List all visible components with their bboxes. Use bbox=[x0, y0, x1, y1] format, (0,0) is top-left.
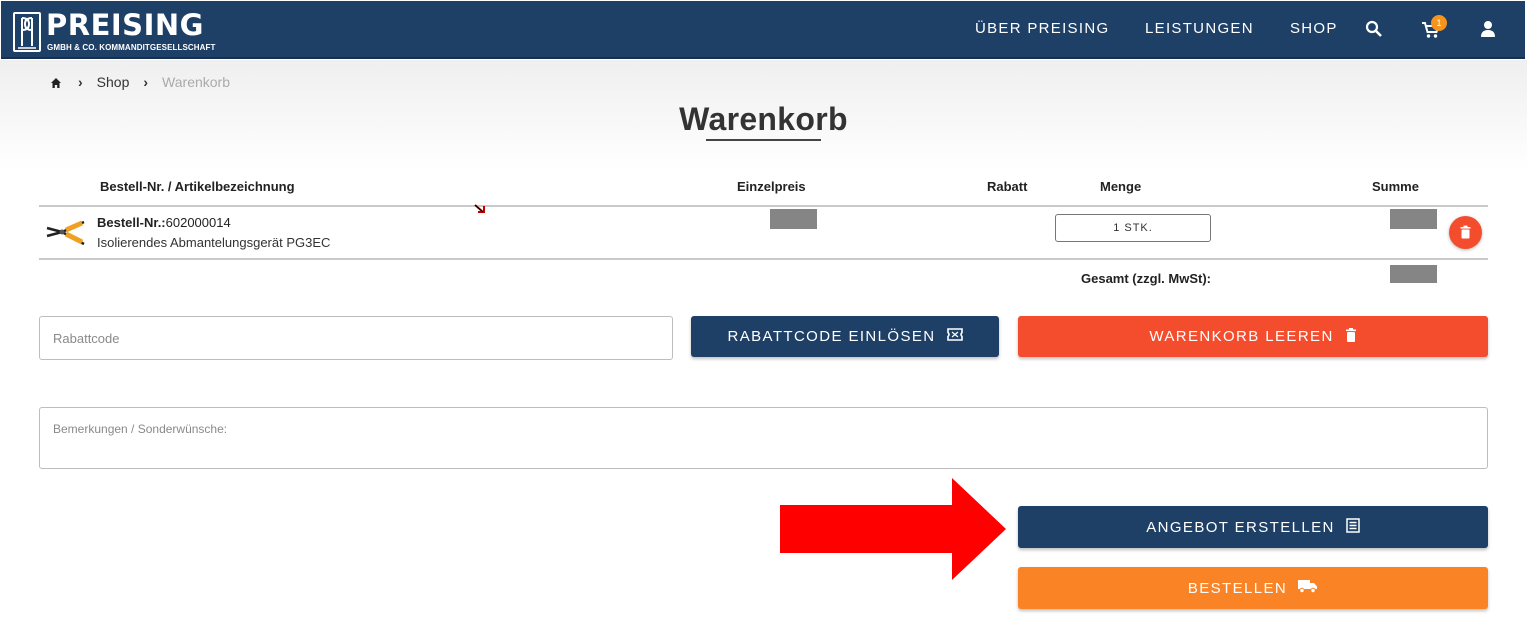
divider bbox=[39, 205, 1488, 207]
nav-shop[interactable]: SHOP bbox=[1290, 20, 1338, 37]
create-offer-button[interactable]: ANGEBOT ERSTELLEN bbox=[1018, 506, 1488, 548]
trash-icon bbox=[1345, 327, 1357, 346]
nav-leistungen[interactable]: LEISTUNGEN bbox=[1145, 20, 1254, 37]
remarks-textarea[interactable]: Bemerkungen / Sonderwünsche: bbox=[39, 407, 1488, 469]
total-label: Gesamt (zzgl. MwSt): bbox=[1081, 271, 1212, 286]
coupon-placeholder: Rabattcode bbox=[53, 331, 120, 346]
product-name[interactable]: Isolierendes Abmantelungsgerät PG3EC bbox=[97, 235, 330, 250]
breadcrumb-shop[interactable]: Shop bbox=[97, 74, 130, 90]
create-offer-label: ANGEBOT ERSTELLEN bbox=[1146, 518, 1335, 536]
col-header-sum: Summe bbox=[1372, 179, 1419, 194]
col-header-article: Bestell-Nr. / Artikelbezeichnung bbox=[100, 179, 295, 194]
col-header-quantity: Menge bbox=[1100, 179, 1142, 194]
divider bbox=[39, 258, 1488, 260]
sum-redacted bbox=[1390, 209, 1437, 229]
remarks-placeholder: Bemerkungen / Sonderwünsche: bbox=[53, 422, 228, 436]
search-icon[interactable] bbox=[1365, 20, 1385, 40]
chevron-right-icon: › bbox=[78, 74, 83, 90]
col-header-unit-price: Einzelpreis bbox=[737, 179, 806, 194]
user-icon[interactable] bbox=[1479, 20, 1499, 40]
total-redacted bbox=[1390, 265, 1437, 283]
redeem-coupon-button[interactable]: RABATTCODE EINLÖSEN bbox=[691, 316, 999, 357]
cart-count-badge: 1 bbox=[1431, 15, 1447, 31]
clear-cart-button[interactable]: WARENKORB LEEREN bbox=[1018, 316, 1488, 357]
logo-mark-icon bbox=[13, 12, 41, 52]
order-number-label: Bestell-Nr.: bbox=[97, 215, 166, 230]
annotation-arrow-icon bbox=[780, 478, 1006, 585]
ticket-icon bbox=[946, 328, 963, 345]
redeem-coupon-label: RABATTCODE EINLÖSEN bbox=[727, 328, 936, 345]
clear-cart-label: WARENKORB LEEREN bbox=[1149, 328, 1334, 345]
logo-title: PREISING bbox=[46, 8, 204, 42]
col-header-discount: Rabatt bbox=[987, 179, 1028, 194]
site-header: PREISING GMBH & CO. KOMMANDITGESELLSCHAF… bbox=[1, 1, 1525, 59]
breadcrumb-current: Warenkorb bbox=[162, 74, 230, 90]
order-number-value: 602000014 bbox=[165, 215, 231, 230]
product-order-number: Bestell-Nr.:602000014 bbox=[97, 215, 231, 230]
order-label: BESTELLEN bbox=[1187, 579, 1288, 597]
nav-ueber-preising[interactable]: ÜBER PREISING bbox=[975, 20, 1109, 37]
home-icon[interactable] bbox=[50, 76, 62, 88]
document-icon bbox=[1346, 517, 1360, 537]
breadcrumb: › Shop › Warenkorb bbox=[50, 74, 230, 90]
cursor-arrow-icon bbox=[474, 203, 488, 221]
title-underline bbox=[706, 139, 821, 141]
page-title: Warenkorb bbox=[679, 101, 848, 137]
quantity-field[interactable]: 1 STK. bbox=[1055, 214, 1211, 242]
truck-icon bbox=[1298, 579, 1318, 597]
product-image bbox=[44, 218, 86, 246]
chevron-right-icon: › bbox=[143, 74, 149, 90]
coupon-input[interactable]: Rabattcode bbox=[39, 316, 673, 360]
order-button[interactable]: BESTELLEN bbox=[1018, 567, 1488, 609]
logo-subtitle: GMBH & CO. KOMMANDITGESELLSCHAFT bbox=[47, 43, 216, 52]
unit-price-redacted bbox=[770, 209, 817, 229]
delete-item-button[interactable] bbox=[1449, 216, 1482, 249]
